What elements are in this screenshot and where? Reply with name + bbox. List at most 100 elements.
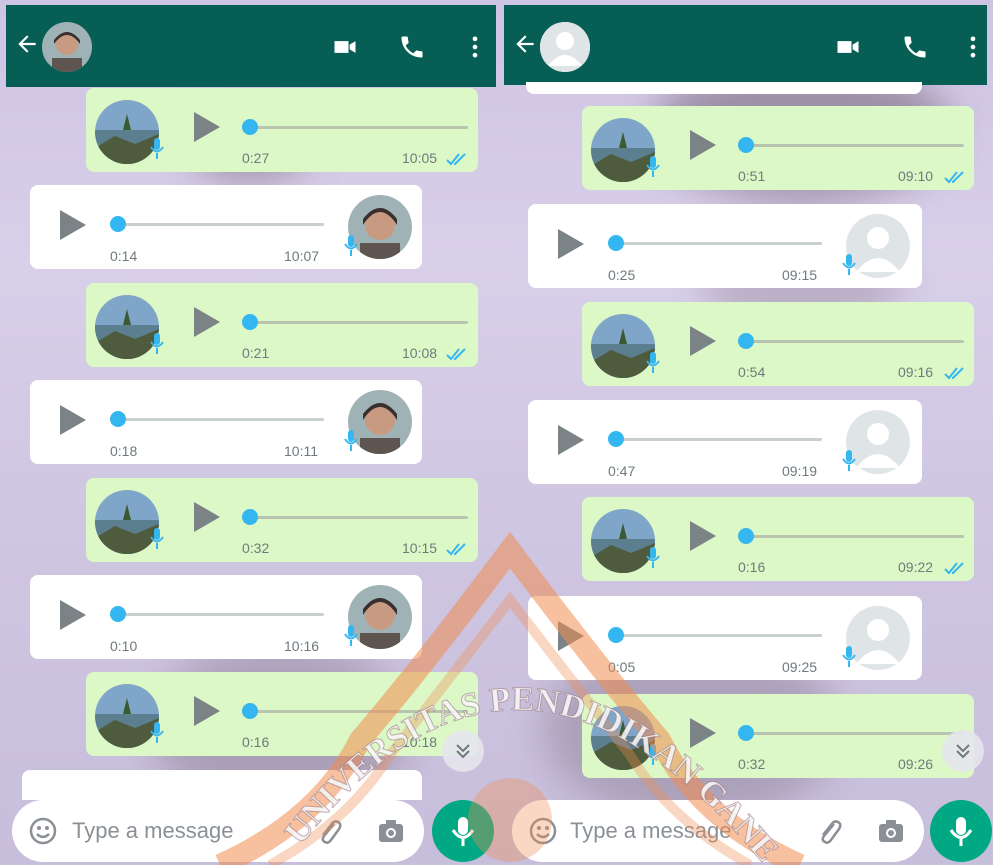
chat-header <box>6 5 496 87</box>
voice-message-outgoing[interactable]: 0:54 09:16 <box>582 302 974 386</box>
audio-progress-track[interactable] <box>120 418 324 421</box>
voice-duration: 0:05 <box>608 659 636 675</box>
audio-progress-track[interactable] <box>618 634 822 637</box>
message-input[interactable]: Type a message <box>570 818 731 844</box>
back-arrow-icon[interactable] <box>14 31 40 57</box>
play-icon[interactable] <box>194 696 220 726</box>
voice-message-incoming[interactable]: 0:14 10:07 <box>30 185 422 269</box>
emoji-icon[interactable] <box>28 816 58 846</box>
voice-message-incoming[interactable]: 0:10 10:16 <box>30 575 422 659</box>
audio-progress-knob[interactable] <box>738 725 754 741</box>
scroll-to-bottom-button[interactable] <box>442 730 484 772</box>
scroll-to-bottom-button[interactable] <box>942 730 984 772</box>
play-icon[interactable] <box>60 600 86 630</box>
play-icon[interactable] <box>690 326 716 356</box>
message-time: 09:15 <box>782 267 818 283</box>
audio-progress-knob[interactable] <box>110 411 126 427</box>
message-time: 10:18 <box>402 734 438 750</box>
play-icon[interactable] <box>194 502 220 532</box>
mic-icon <box>949 817 973 846</box>
audio-progress-track[interactable] <box>742 144 964 147</box>
voice-message-outgoing[interactable]: 0:21 10:08 <box>86 283 478 367</box>
voice-message-incoming[interactable]: 0:05 09:25 <box>528 596 922 680</box>
voice-record-button[interactable] <box>432 800 494 862</box>
audio-progress-knob[interactable] <box>738 333 754 349</box>
default-avatar-icon <box>540 22 590 72</box>
voice-duration: 0:16 <box>738 559 766 575</box>
voice-message-outgoing[interactable]: 0:27 10:05 <box>86 88 478 172</box>
audio-progress-knob[interactable] <box>242 703 258 719</box>
play-icon[interactable] <box>690 718 716 748</box>
message-input-bar[interactable]: Type a message <box>12 800 424 862</box>
play-icon[interactable] <box>690 130 716 160</box>
camera-icon[interactable] <box>876 816 906 846</box>
audio-progress-track[interactable] <box>742 535 964 538</box>
message-input-bar[interactable]: Type a message <box>512 800 924 862</box>
message-time: 10:15 <box>402 540 438 556</box>
play-icon[interactable] <box>558 425 584 455</box>
partial-message <box>526 82 922 94</box>
voice-message-outgoing[interactable]: 0:16 10:18 <box>86 672 478 756</box>
double-check-icon <box>446 543 466 556</box>
audio-progress-track[interactable] <box>246 516 468 519</box>
voice-message-incoming[interactable]: 0:25 09:15 <box>528 204 922 288</box>
audio-progress-knob[interactable] <box>608 431 624 447</box>
voice-message-outgoing[interactable]: 0:51 09:10 <box>582 106 974 190</box>
audio-progress-knob[interactable] <box>608 627 624 643</box>
contact-avatar[interactable] <box>42 22 92 72</box>
audio-progress-track[interactable] <box>618 438 822 441</box>
play-icon[interactable] <box>690 521 716 551</box>
audio-progress-knob[interactable] <box>110 216 126 232</box>
play-icon[interactable] <box>558 229 584 259</box>
voice-message-incoming[interactable]: 0:18 10:11 <box>30 380 422 464</box>
mic-badge-icon <box>842 254 856 275</box>
audio-progress-knob[interactable] <box>738 137 754 153</box>
chat-screen-right: 0:51 09:10 0:25 09:15 0:54 09:16 0:47 09… <box>502 0 993 865</box>
emoji-icon[interactable] <box>528 816 558 846</box>
play-icon[interactable] <box>60 405 86 435</box>
contact-avatar[interactable] <box>540 22 590 72</box>
audio-progress-knob[interactable] <box>738 528 754 544</box>
double-check-icon <box>944 562 964 575</box>
voice-message-outgoing[interactable]: 0:16 09:22 <box>582 497 974 581</box>
mic-badge-icon <box>646 352 660 373</box>
audio-progress-knob[interactable] <box>242 119 258 135</box>
attach-icon[interactable] <box>814 816 844 846</box>
voice-call-icon[interactable] <box>398 33 426 61</box>
video-call-icon[interactable] <box>834 33 862 61</box>
audio-progress-track[interactable] <box>618 242 822 245</box>
audio-progress-track[interactable] <box>742 340 964 343</box>
message-input[interactable]: Type a message <box>72 818 233 844</box>
back-arrow-icon[interactable] <box>512 31 538 57</box>
video-call-icon[interactable] <box>331 33 359 61</box>
audio-progress-knob[interactable] <box>110 606 126 622</box>
camera-icon[interactable] <box>376 816 406 846</box>
voice-message-incoming[interactable]: 0:47 09:19 <box>528 400 922 484</box>
message-time: 09:25 <box>782 659 818 675</box>
audio-progress-track[interactable] <box>120 223 324 226</box>
voice-message-outgoing[interactable]: 0:32 10:15 <box>86 478 478 562</box>
voice-duration: 0:25 <box>608 267 636 283</box>
audio-progress-track[interactable] <box>246 321 468 324</box>
play-icon[interactable] <box>194 307 220 337</box>
audio-progress-track[interactable] <box>246 710 468 713</box>
audio-progress-knob[interactable] <box>242 509 258 525</box>
audio-progress-track[interactable] <box>120 613 324 616</box>
play-icon[interactable] <box>194 112 220 142</box>
audio-progress-knob[interactable] <box>608 235 624 251</box>
attach-icon[interactable] <box>314 816 344 846</box>
voice-message-outgoing[interactable]: 0:32 09:26 <box>582 694 974 778</box>
more-options-icon[interactable] <box>959 33 987 61</box>
voice-record-button[interactable] <box>930 800 992 862</box>
voice-call-icon[interactable] <box>901 33 929 61</box>
message-time: 10:11 <box>284 443 318 459</box>
audio-progress-track[interactable] <box>742 732 964 735</box>
audio-progress-knob[interactable] <box>242 314 258 330</box>
play-icon[interactable] <box>558 621 584 651</box>
play-icon[interactable] <box>60 210 86 240</box>
audio-progress-track[interactable] <box>246 126 468 129</box>
more-options-icon[interactable] <box>461 33 489 61</box>
message-time: 10:05 <box>402 150 438 166</box>
mic-badge-icon <box>150 138 164 159</box>
double-check-icon <box>446 348 466 361</box>
